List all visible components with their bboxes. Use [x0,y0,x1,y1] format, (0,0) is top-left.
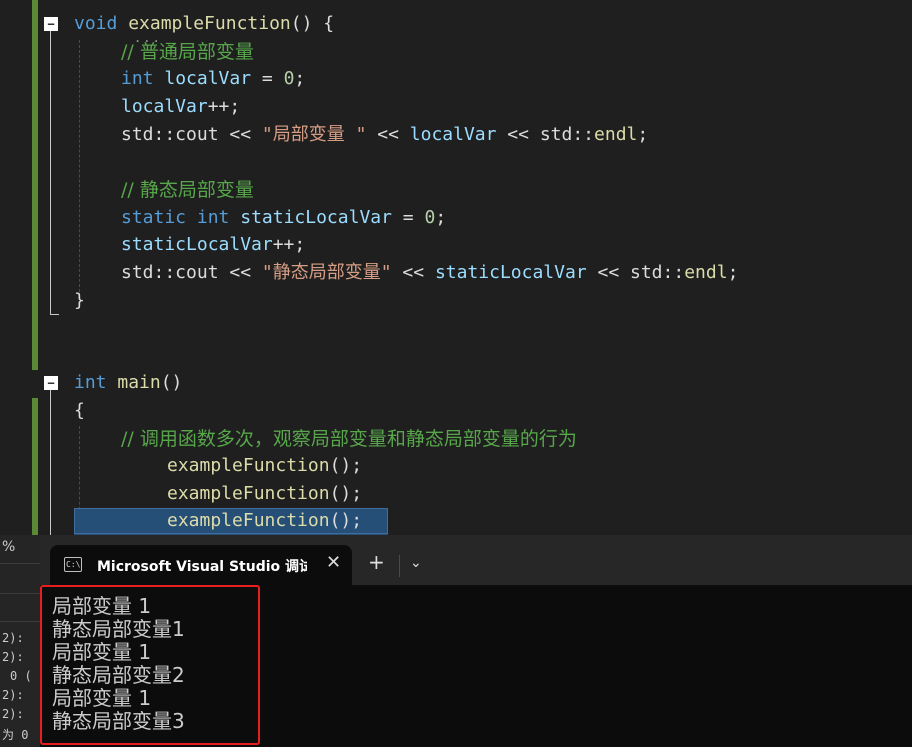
code-line[interactable]: staticLocalVar++; [121,231,305,259]
tab-bar: C:\ Microsoft Visual Studio 调试控制台 ✕ + ⌄ [40,535,912,585]
code-line[interactable]: int main() [74,369,182,397]
code-text: ; [637,124,649,145]
fold-line [50,31,51,314]
strip-divider [0,563,40,564]
function-name: exampleFunction [167,483,330,504]
function-name: endl [684,262,728,283]
fold-toggle-icon[interactable]: − [44,376,58,390]
code-text: std::cout << [121,124,262,145]
highlight-annotation-box [40,585,260,745]
number: 0 [424,207,436,228]
zoom-percent[interactable]: % [2,539,15,555]
strip-row: 0 ( [10,669,32,683]
code-line[interactable]: localVar++; [121,93,240,121]
code-text: std::cout << [121,262,262,283]
code-text: (); [329,510,363,531]
code-line[interactable]: { [74,397,85,425]
fold-end [50,314,59,315]
string-literal: "局部变量 " [261,124,367,145]
strip-row: 为 0 [2,728,29,742]
comment: // 普通局部变量 [121,41,254,63]
code-text: << [391,262,435,283]
code-line[interactable]: exampleFunction(); [167,452,362,480]
code-line[interactable]: // 静态局部变量 [121,176,254,204]
close-icon[interactable]: ✕ [326,552,341,573]
code-text: ; [435,207,447,228]
code-editor[interactable]: − − ... void exampleFunction() { // 普通局部… [0,0,912,535]
variable: localVar [121,96,208,117]
variable: localVar [409,124,497,145]
fold-line [50,390,51,535]
code-text: = [391,207,425,228]
indent-guide [79,40,80,292]
function-name: exampleFunction [167,455,330,476]
variable: localVar [164,68,252,89]
variable: staticLocalVar [434,262,587,283]
code-text: () [160,372,183,393]
code-text: ; [294,68,306,89]
strip-row: 2): [2,707,24,721]
strip-row: 2): [2,650,24,664]
strip-divider [0,593,40,594]
tab-title: Microsoft Visual Studio 调试控制台 [97,559,307,575]
change-indicator-bar [32,0,38,370]
code-text: () { [290,13,335,34]
function-name: exampleFunction [167,510,330,531]
code-text: << std:: [586,262,685,283]
debug-console-window[interactable]: C:\ Microsoft Visual Studio 调试控制台 ✕ + ⌄ … [40,535,912,747]
code-text: (); [329,455,363,476]
code-text: } [74,290,85,311]
console-icon: C:\ [64,557,82,572]
code-line[interactable]: std::cout << "局部变量 " << localVar << std:… [121,121,648,149]
tab-separator [399,555,400,577]
keyword: static [121,207,187,228]
strip-divider [0,621,40,622]
keyword: int [121,68,154,89]
code-line[interactable]: void exampleFunction() { [74,10,334,38]
strip-row: 2): [2,631,24,645]
variable: staticLocalVar [121,234,273,255]
keyword: void [74,13,118,34]
code-line[interactable]: exampleFunction(); [167,507,362,535]
code-line[interactable]: std::cout << "静态局部变量" << staticLocalVar … [121,259,738,287]
comment: // 静态局部变量 [121,179,254,201]
code-text: ++; [207,96,241,117]
code-text: << [366,124,410,145]
code-line[interactable]: } [74,287,85,315]
function-name: main [117,372,161,393]
change-indicator-bar [32,398,38,535]
string-literal: "静态局部变量" [261,262,392,283]
number: 0 [283,68,295,89]
keyword: int [74,372,107,393]
code-line[interactable]: // 普通局部变量 [121,38,254,66]
output-panel-strip: 2): 2): 0 ( 2): 2): 为 0 [0,535,40,747]
code-line[interactable]: static int staticLocalVar = 0; [121,204,446,232]
code-line[interactable]: exampleFunction(); [167,480,362,508]
tab-debug-console[interactable]: C:\ Microsoft Visual Studio 调试控制台 ✕ [50,545,352,585]
code-text: ++; [272,234,306,255]
code-text: ; [727,262,739,283]
code-text: << std:: [496,124,595,145]
fold-toggle-icon[interactable]: − [44,17,58,31]
strip-row: 2): [2,688,24,702]
comment: // 调用函数多次，观察局部变量和静态局部变量的行为 [121,428,577,450]
chevron-down-icon[interactable]: ⌄ [410,555,422,571]
new-tab-button[interactable]: + [368,552,385,572]
code-line[interactable]: int localVar = 0; [121,65,305,93]
function-name: endl [594,124,638,145]
keyword: int [196,207,230,228]
code-text: { [74,400,85,421]
function-name: exampleFunction [128,13,291,34]
variable: staticLocalVar [240,207,392,228]
code-text: = [251,68,284,89]
code-line[interactable]: // 调用函数多次，观察局部变量和静态局部变量的行为 [121,425,577,453]
code-text: (); [329,483,363,504]
